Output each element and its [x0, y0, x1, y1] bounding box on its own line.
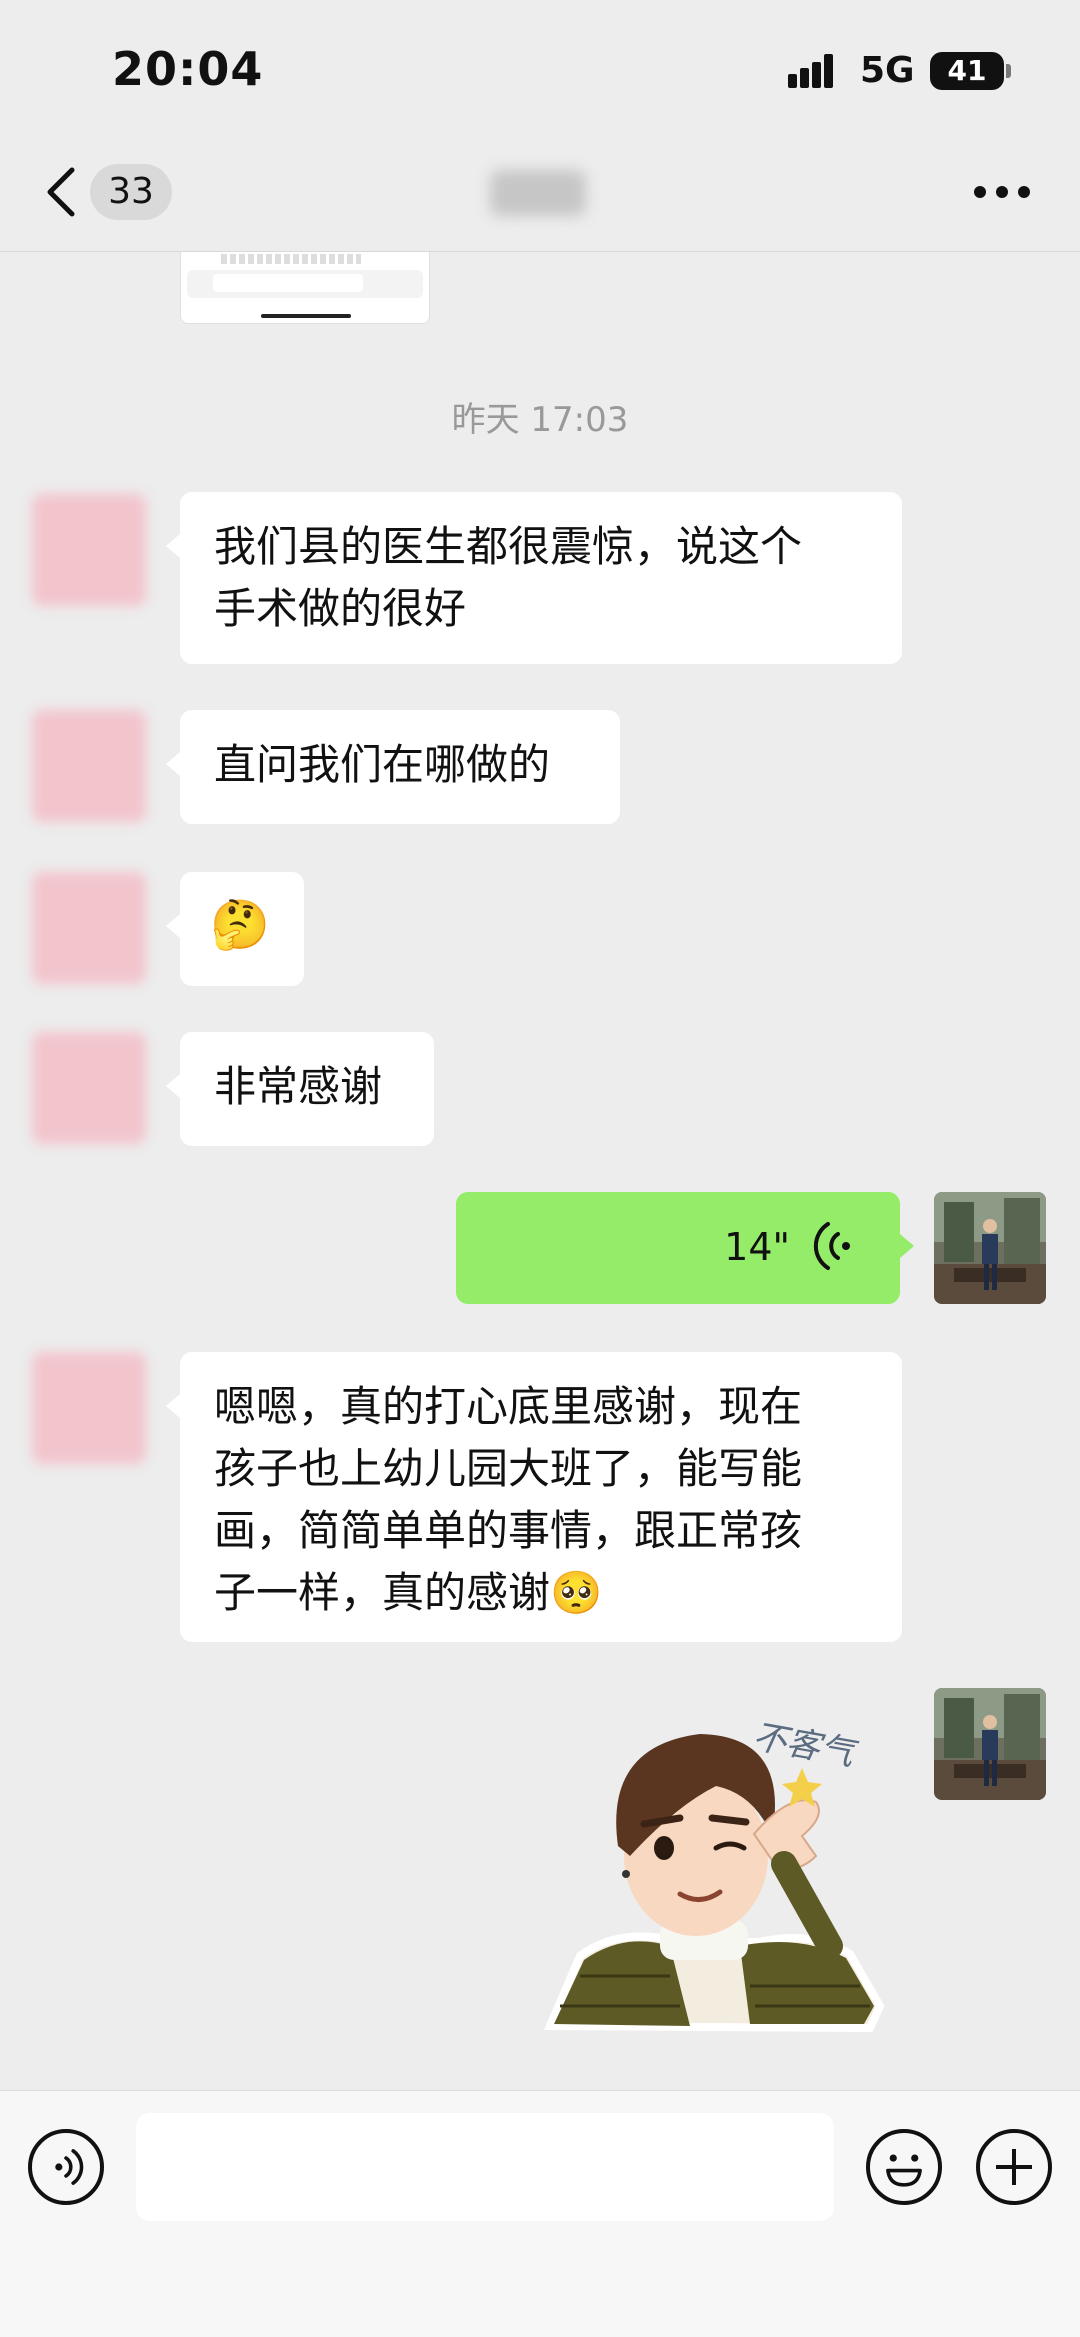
contact-avatar[interactable] — [32, 872, 146, 984]
thumbnail-home-indicator — [261, 314, 351, 318]
message-bubble[interactable]: 我们县的医生都很震惊，说这个 手术做的很好 — [166, 492, 902, 664]
battery-icon: 41 — [930, 52, 1004, 90]
image-message-thumbnail[interactable] — [180, 252, 430, 324]
message-text: 非常感谢 — [214, 1062, 383, 1111]
signal-strength-icon — [788, 54, 844, 88]
network-type: 5G — [860, 50, 915, 91]
message-text: 我们县的医生都很震惊，说这个 手术做的很好 — [214, 522, 803, 633]
message-input-bar — [0, 2090, 1080, 2337]
unread-count-badge[interactable]: 33 — [90, 164, 172, 220]
message-bubble[interactable]: 直问我们在哪做的 — [166, 710, 620, 824]
battery-tip — [1006, 64, 1011, 78]
message-bubble[interactable]: 嗯嗯，真的打心底里感谢，现在 孩子也上幼儿园大班了，能写能 画，简简单单的事情，… — [166, 1352, 902, 1642]
message-timestamp: 昨天 17:03 — [451, 400, 629, 440]
contact-avatar[interactable] — [32, 1032, 146, 1144]
contact-avatar[interactable] — [32, 494, 146, 606]
more-options-icon[interactable] — [974, 186, 1030, 200]
sticker-message[interactable]: 不客气 — [540, 1706, 900, 2036]
chat-header: 33 — [0, 130, 1080, 252]
message-bubble[interactable]: 🤔 — [166, 872, 304, 986]
back-arrow-icon[interactable] — [42, 164, 82, 220]
status-bar: 20:04 5G 41 — [0, 0, 1080, 130]
more-functions-plus-icon[interactable] — [976, 2129, 1052, 2205]
contact-avatar[interactable] — [32, 710, 146, 822]
thumbnail-text-lines — [221, 254, 361, 264]
thumbnail-input — [213, 274, 363, 292]
voice-message-bubble[interactable]: 14" — [456, 1192, 914, 1304]
chat-title-blurred — [490, 170, 586, 216]
message-input[interactable] — [136, 2113, 834, 2221]
self-avatar[interactable] — [934, 1688, 1046, 1800]
emoji-picker-icon[interactable] — [866, 2129, 942, 2205]
self-avatar[interactable] — [934, 1192, 1046, 1304]
message-text: 直问我们在哪做的 — [214, 740, 551, 789]
message-bubble[interactable]: 非常感谢 — [166, 1032, 434, 1146]
voice-input-toggle-icon[interactable] — [28, 2129, 104, 2205]
voice-wave-icon — [813, 1222, 850, 1270]
voice-duration: 14" — [724, 1225, 790, 1269]
status-time: 20:04 — [112, 42, 264, 96]
contact-avatar[interactable] — [32, 1352, 146, 1464]
message-text: 嗯嗯，真的打心底里感谢，现在 孩子也上幼儿园大班了，能写能 画，简简单单的事情，… — [214, 1382, 803, 1617]
thinking-face-icon: 🤔 — [210, 897, 270, 953]
